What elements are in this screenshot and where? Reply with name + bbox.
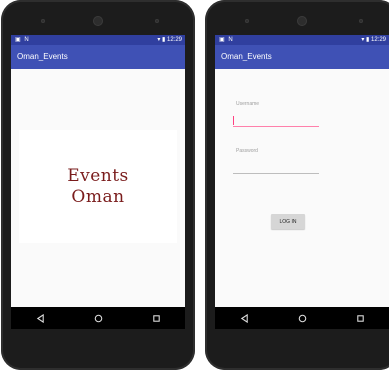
app-title: Oman_Events xyxy=(221,52,272,61)
phone-frame-splash: ▣ N ▾ ▮ 12:29 Oman_Events Events Oman xyxy=(1,0,195,370)
front-camera-icon xyxy=(155,19,159,23)
login-button[interactable]: LOG IN xyxy=(271,214,305,229)
navigation-bar xyxy=(215,307,389,329)
recents-icon[interactable] xyxy=(150,312,162,324)
home-icon[interactable] xyxy=(296,312,308,324)
sensor-icon xyxy=(245,19,249,23)
status-clock: ▾ ▮ 12:29 xyxy=(361,37,386,43)
status-bar: ▣ N ▾ ▮ 12:29 xyxy=(11,35,185,45)
earpiece-icon xyxy=(297,16,307,26)
recents-icon[interactable] xyxy=(354,312,366,324)
phone-frame-login: ▣ N ▾ ▮ 12:29 Oman_Events Username Passw… xyxy=(205,0,389,370)
logo-line-1: Events xyxy=(67,165,129,186)
password-input[interactable] xyxy=(233,163,319,174)
username-label: Username xyxy=(236,101,260,107)
splash-screen: ▣ N ▾ ▮ 12:29 Oman_Events Events Oman xyxy=(11,35,185,307)
earpiece-icon xyxy=(93,16,103,26)
logo-line-2: Oman xyxy=(71,186,125,207)
status-icons: ▣ N xyxy=(219,37,234,43)
status-icons: ▣ N xyxy=(15,37,30,43)
front-camera-icon xyxy=(359,19,363,23)
app-bar: Oman_Events xyxy=(11,45,185,69)
navigation-bar xyxy=(11,307,185,329)
splash-logo: Events Oman xyxy=(19,130,177,243)
app-bar: Oman_Events xyxy=(215,45,389,69)
login-screen: ▣ N ▾ ▮ 12:29 Oman_Events Username Passw… xyxy=(215,35,389,307)
status-clock: ▾ ▮ 12:29 xyxy=(157,37,182,43)
home-icon[interactable] xyxy=(92,312,104,324)
username-input[interactable] xyxy=(233,116,319,127)
status-bar: ▣ N ▾ ▮ 12:29 xyxy=(215,35,389,45)
password-label: Password xyxy=(236,148,258,154)
text-caret xyxy=(233,116,234,125)
app-title: Oman_Events xyxy=(17,52,68,61)
sensor-icon xyxy=(41,19,45,23)
back-icon[interactable] xyxy=(34,312,46,324)
back-icon[interactable] xyxy=(238,312,250,324)
